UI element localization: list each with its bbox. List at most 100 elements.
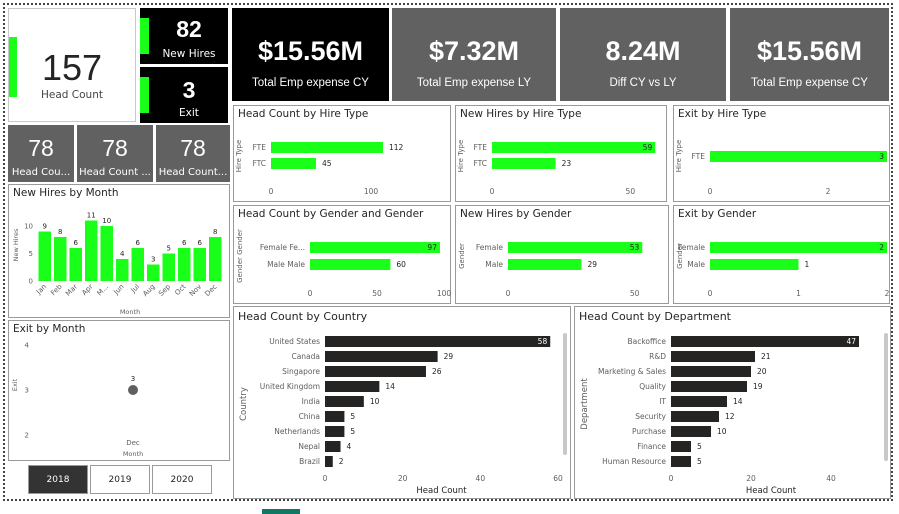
kpi-label: Total Emp expense CY xyxy=(751,77,868,89)
x-tick-label: 40 xyxy=(476,474,486,483)
y-axis-label: Department xyxy=(580,378,590,430)
bar xyxy=(325,366,426,377)
head-count-by-gender-chart[interactable]: Head Count by Gender and Gender Gender G… xyxy=(233,205,451,304)
category-label: China xyxy=(299,412,320,421)
x-tick-label: 100 xyxy=(437,289,452,298)
data-label: 6 xyxy=(74,239,79,247)
small-card-2: 78 Head Count ... xyxy=(77,125,153,182)
y-tick-label: 4 xyxy=(25,342,30,350)
category-label: R&D xyxy=(649,352,666,361)
exit-accent-bar xyxy=(140,77,149,113)
small-card-label: Head Count ... xyxy=(79,167,151,178)
data-label: 20 xyxy=(757,367,767,376)
category-label: Purchase xyxy=(632,427,666,436)
exit-by-month-svg: Exit 2 3 4 3 Dec Month xyxy=(11,342,143,459)
new-hires-by-hire-type-chart[interactable]: New Hires by Hire Type Hire Type FTE 59 FTC… xyxy=(455,105,667,202)
bar xyxy=(162,253,175,281)
head-count-by-country-chart[interactable]: Head Count by Country Country United Stat… xyxy=(233,306,571,499)
category-label: Security xyxy=(635,412,666,421)
data-label: 45 xyxy=(322,159,332,168)
x-tick-label: Sep xyxy=(157,282,172,297)
bar xyxy=(671,351,755,362)
category-label: United Kingdom xyxy=(260,382,320,391)
bar xyxy=(325,456,333,467)
bar xyxy=(310,242,440,253)
year-button-2020[interactable]: 2020 xyxy=(152,465,212,494)
x-tick-label: M... xyxy=(96,283,111,298)
x-tick-label: Feb xyxy=(49,282,64,297)
bar xyxy=(69,248,82,281)
category-label: Human Resource xyxy=(602,457,666,466)
category-label: Finance xyxy=(637,442,666,451)
bar xyxy=(671,426,711,437)
new-hires-by-month-svg: New Hires 0 5 10 9 Jan 8 Feb 6 Mar 11 Apr 10 M... 4 Jun… xyxy=(12,212,222,316)
kpi-diff-cy-vs-ly: 8.24M Diff CY vs LY xyxy=(560,8,726,101)
data-label: 97 xyxy=(427,243,437,252)
category-label: Singapore xyxy=(282,367,320,376)
bar xyxy=(492,158,556,169)
new-hires-by-gender-svg: Gender Female 53 Male 29 0 50 xyxy=(458,242,643,298)
small-card-3: 78 Head Count... xyxy=(156,125,230,182)
category-label: Female xyxy=(678,243,706,252)
data-label: 10 xyxy=(717,427,727,436)
category-label: Male Male xyxy=(267,260,305,269)
category-label: Backoffice xyxy=(627,337,666,346)
exit-by-hire-type-chart[interactable]: Exit by Hire Type Hire Type FTE 3 0 2 xyxy=(673,105,890,202)
x-tick-label: 50 xyxy=(630,289,640,298)
bar xyxy=(671,381,747,392)
data-label: 2 xyxy=(879,243,884,252)
scrollbar[interactable] xyxy=(563,333,567,455)
y-tick-label: 3 xyxy=(25,387,29,395)
head-count-by-department-chart[interactable]: Head Count by Department Department Backo… xyxy=(574,306,891,499)
category-label: Netherlands xyxy=(274,427,320,436)
head-count-by-hire-type-chart[interactable]: Head Count by Hire Type Hire Type FTE 112 F… xyxy=(233,105,451,202)
kpi-label: Total Emp expense LY xyxy=(416,77,532,89)
x-tick-label: Dec xyxy=(126,439,140,447)
x-axis-label: Month xyxy=(120,308,140,316)
new-hires-by-month-chart[interactable]: New Hires by Month New Hires 0 5 10 9 Jan 8 Feb… xyxy=(8,184,230,318)
kpi-total-emp-expense-cy-2: $15.56M Total Emp expense CY xyxy=(730,8,889,101)
kpi-value: $15.56M xyxy=(257,36,364,66)
head-count-card: 157 Head Count xyxy=(8,8,136,122)
bar xyxy=(100,226,113,281)
scrollbar[interactable] xyxy=(884,333,888,461)
y-axis-label: New Hires xyxy=(12,228,20,261)
data-label: 19 xyxy=(753,382,763,391)
category-label: India xyxy=(302,397,320,406)
small-card-value: 78 xyxy=(28,135,54,161)
data-label: 4 xyxy=(347,442,352,451)
data-label: 14 xyxy=(733,397,743,406)
y-tick-label: 2 xyxy=(25,432,29,440)
exit-by-month-chart[interactable]: Exit by Month Exit 2 3 4 3 Dec Month xyxy=(8,320,230,461)
bar xyxy=(38,231,51,281)
exit-value: 3 xyxy=(182,77,196,103)
x-tick-label: Oct xyxy=(173,283,187,297)
exit-card: 3 Exit xyxy=(140,67,228,123)
new-hires-label: New Hires xyxy=(162,48,216,60)
exit-label: Exit xyxy=(179,107,199,119)
data-label: 14 xyxy=(385,382,395,391)
bar xyxy=(710,151,887,162)
kpi-total-emp-expense-ly: $7.32M Total Emp expense LY xyxy=(392,8,556,101)
data-label: 29 xyxy=(587,260,597,269)
new-hires-by-gender-chart[interactable]: New Hires by Gender Gender Female 53 Male 29… xyxy=(455,205,669,304)
x-tick-label: 0 xyxy=(506,289,511,298)
category-label: Male xyxy=(687,260,705,269)
bar xyxy=(147,264,160,281)
kpi-value: 8.24M xyxy=(605,36,681,66)
page-tab-indicator[interactable] xyxy=(262,509,300,514)
year-button-2018[interactable]: 2018 xyxy=(28,465,88,494)
x-tick-label: 0 xyxy=(669,474,674,483)
data-label: 47 xyxy=(846,337,856,346)
category-label: FTE xyxy=(473,143,487,152)
x-tick-label: 0 xyxy=(708,289,713,298)
new-hires-card: 82 New Hires xyxy=(140,8,228,64)
data-label: 5 xyxy=(167,245,171,253)
exit-by-gender-chart[interactable]: Exit by Gender Gender Female 2 Male 1 0 1 2 xyxy=(673,205,890,304)
bar xyxy=(54,237,67,281)
new-hires-accent-bar xyxy=(140,18,149,54)
category-label: Male xyxy=(485,260,503,269)
y-axis-label: Exit xyxy=(11,378,19,391)
x-tick-label: Apr xyxy=(80,283,94,297)
year-button-2019[interactable]: 2019 xyxy=(90,465,150,494)
